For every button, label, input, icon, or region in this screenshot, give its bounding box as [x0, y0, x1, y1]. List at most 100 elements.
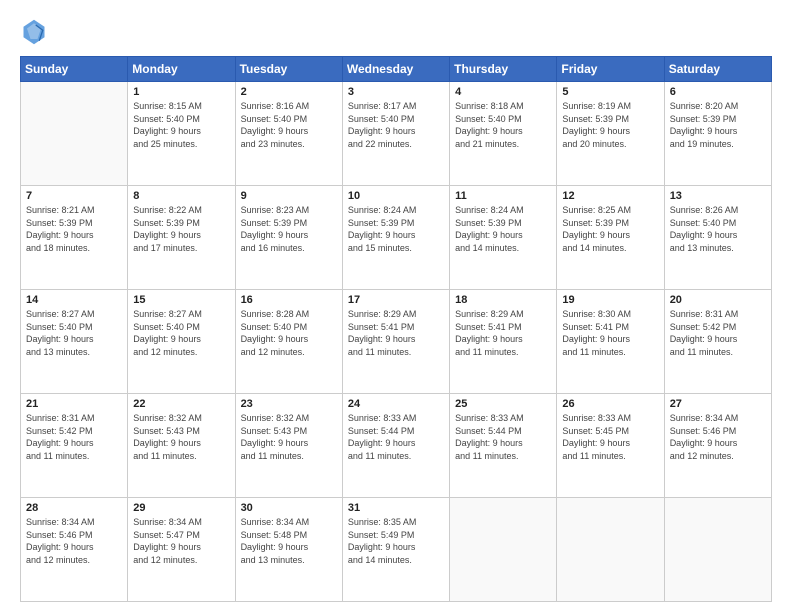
day-number: 6 [670, 86, 766, 98]
calendar-cell: 8 Sunrise: 8:22 AMSunset: 5:39 PMDaylight… [128, 186, 235, 290]
day-number: 9 [241, 190, 337, 202]
day-info: Sunrise: 8:19 AMSunset: 5:39 PMDaylight:… [562, 100, 658, 150]
day-number: 29 [133, 502, 229, 514]
day-number: 30 [241, 502, 337, 514]
day-number: 28 [26, 502, 122, 514]
day-number: 16 [241, 294, 337, 306]
calendar-cell: 20 Sunrise: 8:31 AMSunset: 5:42 PMDayligh… [664, 290, 771, 394]
day-info: Sunrise: 8:31 AMSunset: 5:42 PMDaylight:… [670, 308, 766, 358]
calendar-cell: 7 Sunrise: 8:21 AMSunset: 5:39 PMDaylight… [21, 186, 128, 290]
weekday-header-wednesday: Wednesday [342, 57, 449, 82]
calendar-cell: 29 Sunrise: 8:34 AMSunset: 5:47 PMDayligh… [128, 498, 235, 602]
day-number: 10 [348, 190, 444, 202]
calendar-cell [450, 498, 557, 602]
weekday-header-monday: Monday [128, 57, 235, 82]
calendar-cell: 21Sunrise: 8:31 AMSunset: 5:42 PMDayligh… [21, 394, 128, 498]
day-info: Sunrise: 8:21 AMSunset: 5:39 PMDaylight:… [26, 204, 122, 254]
calendar-cell: 2 Sunrise: 8:16 AMSunset: 5:40 PMDaylight… [235, 82, 342, 186]
calendar-cell: 10 Sunrise: 8:24 AMSunset: 5:39 PMDayligh… [342, 186, 449, 290]
calendar-week-row: 14Sunrise: 8:27 AMSunset: 5:40 PMDayligh… [21, 290, 772, 394]
day-info: Sunrise: 8:33 AMSunset: 5:44 PMDaylight:… [455, 412, 551, 462]
calendar-cell: 6 Sunrise: 8:20 AMSunset: 5:39 PMDaylight… [664, 82, 771, 186]
calendar-cell [557, 498, 664, 602]
day-number: 13 [670, 190, 766, 202]
day-number: 26 [562, 398, 658, 410]
calendar-cell: 11 Sunrise: 8:24 AMSunset: 5:39 PMDayligh… [450, 186, 557, 290]
day-info: Sunrise: 8:17 AMSunset: 5:40 PMDaylight:… [348, 100, 444, 150]
calendar-cell: 12Sunrise: 8:25 AMSunset: 5:39 PMDayligh… [557, 186, 664, 290]
day-info: Sunrise: 8:24 AMSunset: 5:39 PMDaylight:… [348, 204, 444, 254]
day-number: 3 [348, 86, 444, 98]
day-number: 17 [348, 294, 444, 306]
day-info: Sunrise: 8:30 AMSunset: 5:41 PMDaylight:… [562, 308, 658, 358]
day-number: 20 [670, 294, 766, 306]
calendar-cell: 13 Sunrise: 8:26 AMSunset: 5:40 PMDayligh… [664, 186, 771, 290]
day-number: 11 [455, 190, 551, 202]
day-info: Sunrise: 8:35 AMSunset: 5:49 PMDaylight:… [348, 516, 444, 566]
day-number: 23 [241, 398, 337, 410]
calendar-cell: 18 Sunrise: 8:29 AMSunset: 5:41 PMDayligh… [450, 290, 557, 394]
calendar-cell: 26Sunrise: 8:33 AMSunset: 5:45 PMDayligh… [557, 394, 664, 498]
calendar-week-row: 7 Sunrise: 8:21 AMSunset: 5:39 PMDaylight… [21, 186, 772, 290]
calendar-header-row: SundayMondayTuesdayWednesdayThursdayFrid… [21, 57, 772, 82]
calendar-cell: 24Sunrise: 8:33 AMSunset: 5:44 PMDayligh… [342, 394, 449, 498]
day-info: Sunrise: 8:29 AMSunset: 5:41 PMDaylight:… [455, 308, 551, 358]
weekday-header-friday: Friday [557, 57, 664, 82]
day-info: Sunrise: 8:22 AMSunset: 5:39 PMDaylight:… [133, 204, 229, 254]
calendar-cell: 31 Sunrise: 8:35 AMSunset: 5:49 PMDayligh… [342, 498, 449, 602]
calendar-cell: 23 Sunrise: 8:32 AMSunset: 5:43 PMDayligh… [235, 394, 342, 498]
calendar-cell: 27Sunrise: 8:34 AMSunset: 5:46 PMDayligh… [664, 394, 771, 498]
calendar-cell: 14Sunrise: 8:27 AMSunset: 5:40 PMDayligh… [21, 290, 128, 394]
day-number: 7 [26, 190, 122, 202]
day-info: Sunrise: 8:26 AMSunset: 5:40 PMDaylight:… [670, 204, 766, 254]
day-number: 1 [133, 86, 229, 98]
day-info: Sunrise: 8:25 AMSunset: 5:39 PMDaylight:… [562, 204, 658, 254]
weekday-header-thursday: Thursday [450, 57, 557, 82]
calendar-cell: 5 Sunrise: 8:19 AMSunset: 5:39 PMDaylight… [557, 82, 664, 186]
day-number: 21 [26, 398, 122, 410]
day-number: 5 [562, 86, 658, 98]
calendar-cell: 22 Sunrise: 8:32 AMSunset: 5:43 PMDayligh… [128, 394, 235, 498]
day-number: 31 [348, 502, 444, 514]
header [20, 18, 772, 46]
calendar-week-row: 1 Sunrise: 8:15 AMSunset: 5:40 PMDaylight… [21, 82, 772, 186]
calendar-cell: 17Sunrise: 8:29 AMSunset: 5:41 PMDayligh… [342, 290, 449, 394]
day-number: 2 [241, 86, 337, 98]
weekday-header-sunday: Sunday [21, 57, 128, 82]
day-info: Sunrise: 8:34 AMSunset: 5:47 PMDaylight:… [133, 516, 229, 566]
day-info: Sunrise: 8:24 AMSunset: 5:39 PMDaylight:… [455, 204, 551, 254]
calendar-cell: 28 Sunrise: 8:34 AMSunset: 5:46 PMDayligh… [21, 498, 128, 602]
calendar-cell: 3 Sunrise: 8:17 AMSunset: 5:40 PMDaylight… [342, 82, 449, 186]
calendar-cell: 19 Sunrise: 8:30 AMSunset: 5:41 PMDayligh… [557, 290, 664, 394]
day-info: Sunrise: 8:32 AMSunset: 5:43 PMDaylight:… [133, 412, 229, 462]
day-info: Sunrise: 8:20 AMSunset: 5:39 PMDaylight:… [670, 100, 766, 150]
day-info: Sunrise: 8:34 AMSunset: 5:48 PMDaylight:… [241, 516, 337, 566]
day-info: Sunrise: 8:34 AMSunset: 5:46 PMDaylight:… [670, 412, 766, 462]
calendar-week-row: 28 Sunrise: 8:34 AMSunset: 5:46 PMDayligh… [21, 498, 772, 602]
day-number: 18 [455, 294, 551, 306]
day-info: Sunrise: 8:15 AMSunset: 5:40 PMDaylight:… [133, 100, 229, 150]
day-info: Sunrise: 8:16 AMSunset: 5:40 PMDaylight:… [241, 100, 337, 150]
page: SundayMondayTuesdayWednesdayThursdayFrid… [0, 0, 792, 612]
calendar-week-row: 21Sunrise: 8:31 AMSunset: 5:42 PMDayligh… [21, 394, 772, 498]
day-number: 19 [562, 294, 658, 306]
calendar-cell: 30 Sunrise: 8:34 AMSunset: 5:48 PMDayligh… [235, 498, 342, 602]
calendar-cell: 1 Sunrise: 8:15 AMSunset: 5:40 PMDaylight… [128, 82, 235, 186]
day-number: 4 [455, 86, 551, 98]
calendar-cell: 25Sunrise: 8:33 AMSunset: 5:44 PMDayligh… [450, 394, 557, 498]
calendar-cell: 15Sunrise: 8:27 AMSunset: 5:40 PMDayligh… [128, 290, 235, 394]
logo [20, 18, 52, 46]
day-number: 22 [133, 398, 229, 410]
day-number: 8 [133, 190, 229, 202]
calendar-cell [21, 82, 128, 186]
calendar-table: SundayMondayTuesdayWednesdayThursdayFrid… [20, 56, 772, 602]
day-info: Sunrise: 8:34 AMSunset: 5:46 PMDaylight:… [26, 516, 122, 566]
day-info: Sunrise: 8:33 AMSunset: 5:44 PMDaylight:… [348, 412, 444, 462]
day-number: 15 [133, 294, 229, 306]
weekday-header-saturday: Saturday [664, 57, 771, 82]
logo-icon [20, 18, 48, 46]
day-info: Sunrise: 8:23 AMSunset: 5:39 PMDaylight:… [241, 204, 337, 254]
day-info: Sunrise: 8:27 AMSunset: 5:40 PMDaylight:… [26, 308, 122, 358]
calendar-cell: 4Sunrise: 8:18 AMSunset: 5:40 PMDaylight… [450, 82, 557, 186]
day-info: Sunrise: 8:32 AMSunset: 5:43 PMDaylight:… [241, 412, 337, 462]
